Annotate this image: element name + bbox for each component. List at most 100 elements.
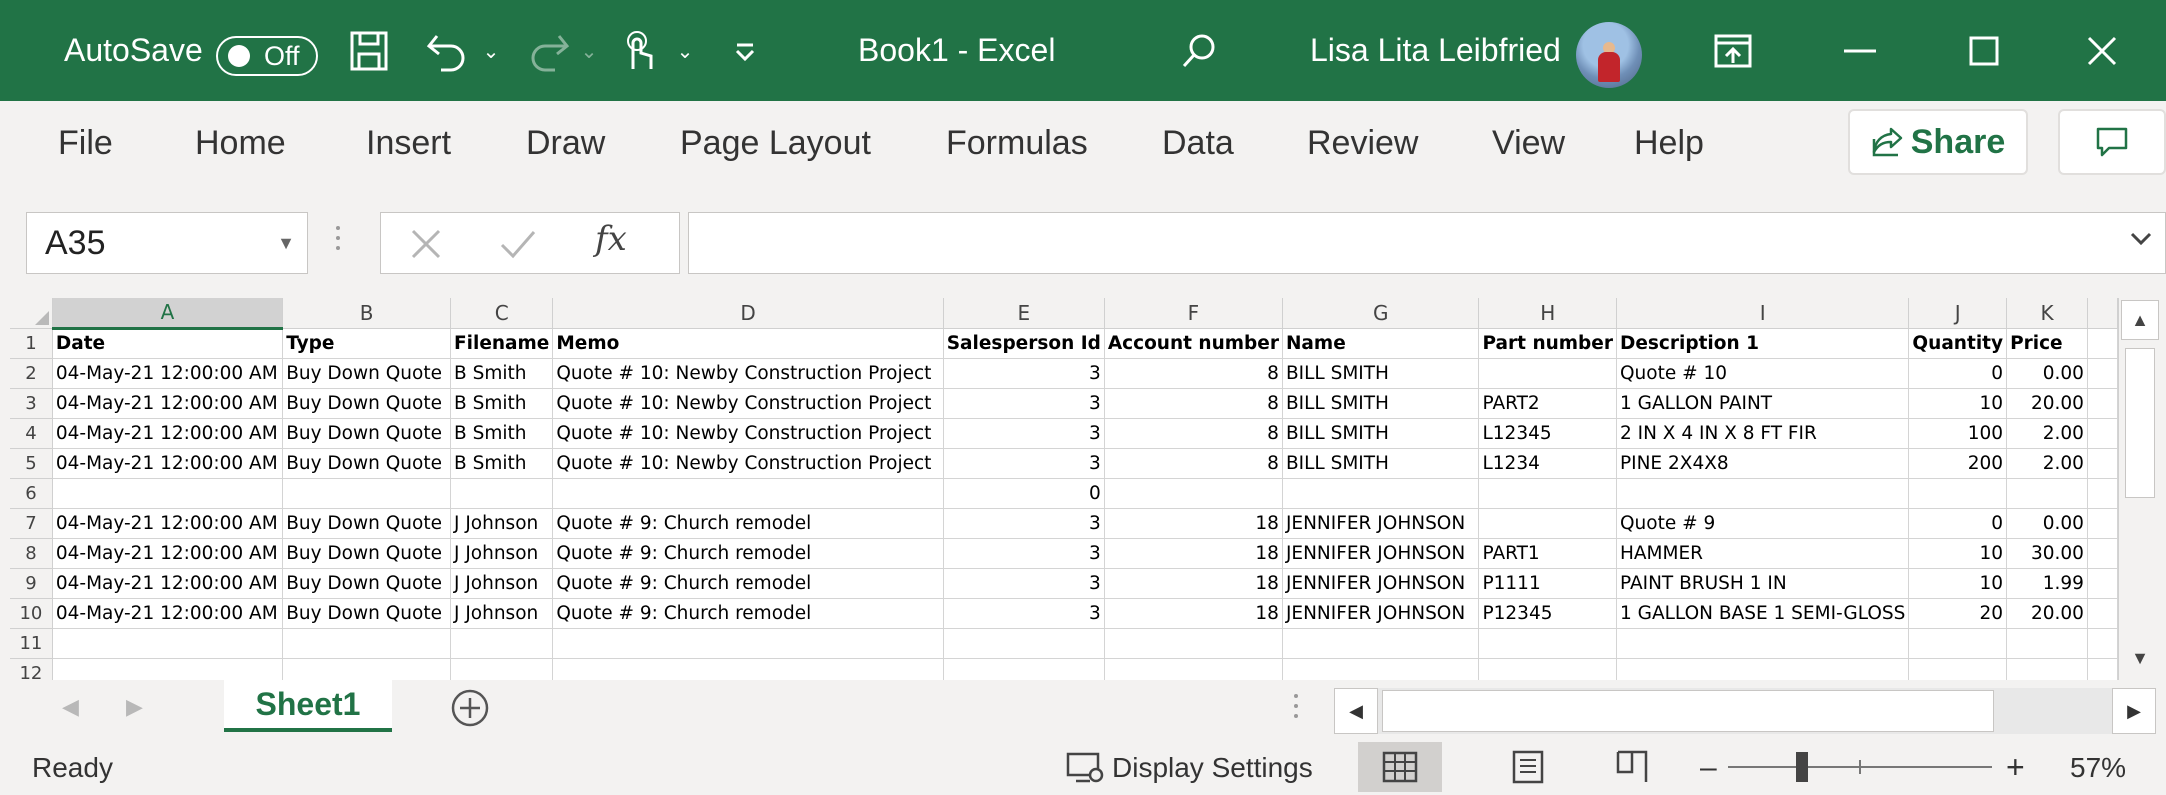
cell-a11[interactable]: [52, 628, 284, 659]
cell-c12[interactable]: [450, 658, 554, 680]
minimize-icon[interactable]: [1838, 28, 1882, 74]
customize-qat-icon[interactable]: [728, 28, 762, 74]
row-header[interactable]: 6: [10, 478, 53, 509]
cell-l9[interactable]: [2087, 568, 2118, 599]
cell-l3[interactable]: [2087, 388, 2118, 419]
touch-mode-icon[interactable]: [616, 28, 660, 74]
row-header[interactable]: 11: [10, 628, 53, 659]
row-header[interactable]: 10: [10, 598, 53, 629]
cell-d5[interactable]: Quote # 10: Newby Construction Project: [552, 448, 944, 479]
cell-d4[interactable]: Quote # 10: Newby Construction Project: [552, 418, 944, 449]
cell-c3[interactable]: B Smith: [450, 388, 554, 419]
tab-data[interactable]: Data: [1162, 101, 1234, 186]
tab-draw[interactable]: Draw: [526, 101, 605, 186]
cell-b9[interactable]: Buy Down Quote: [282, 568, 451, 599]
cell-a12[interactable]: [52, 658, 284, 680]
name-box[interactable]: A35 ▼: [26, 212, 308, 274]
cell-i11[interactable]: [1616, 628, 1910, 659]
cell-b2[interactable]: Buy Down Quote: [282, 358, 451, 389]
cell-k9[interactable]: 1.99: [2006, 568, 2088, 599]
row-header[interactable]: 5: [10, 448, 53, 479]
cell-e4[interactable]: 3: [943, 418, 1105, 449]
cell-k1[interactable]: Price: [2006, 328, 2088, 359]
cell-e11[interactable]: [943, 628, 1105, 659]
cell-k2[interactable]: 0.00: [2006, 358, 2088, 389]
cell-e5[interactable]: 3: [943, 448, 1105, 479]
cell-f11[interactable]: [1104, 628, 1283, 659]
cell-c1[interactable]: Filename: [450, 328, 554, 359]
cell-j1[interactable]: Quantity: [1908, 328, 2008, 359]
cell-d8[interactable]: Quote # 9: Church remodel: [552, 538, 944, 569]
cell-l1[interactable]: [2087, 328, 2118, 359]
horizontal-scrollbar[interactable]: ◀ ▶: [1334, 688, 2156, 734]
cell-i3[interactable]: 1 GALLON PAINT: [1616, 388, 1910, 419]
cell-g11[interactable]: [1282, 628, 1480, 659]
cell-j9[interactable]: 10: [1908, 568, 2008, 599]
cell-j11[interactable]: [1908, 628, 2008, 659]
row-header[interactable]: 2: [10, 358, 53, 389]
cell-e2[interactable]: 3: [943, 358, 1105, 389]
page-break-view-button[interactable]: [1590, 742, 1674, 792]
maximize-icon[interactable]: [1962, 28, 2006, 74]
cell-g2[interactable]: BILL SMITH: [1282, 358, 1480, 389]
cell-a8[interactable]: 04-May-21 12:00:00 AM: [52, 538, 284, 569]
column-header-c[interactable]: C: [450, 298, 554, 329]
column-header-k[interactable]: K: [2006, 298, 2088, 329]
zoom-slider-thumb[interactable]: [1796, 752, 1808, 782]
user-avatar[interactable]: [1576, 22, 1642, 88]
cell-l5[interactable]: [2087, 448, 2118, 479]
cell-b4[interactable]: Buy Down Quote: [282, 418, 451, 449]
cell-d12[interactable]: [552, 658, 944, 680]
close-icon[interactable]: [2080, 28, 2124, 74]
cell-f5[interactable]: 8: [1104, 448, 1283, 479]
search-icon[interactable]: [1176, 28, 1222, 74]
cell-j4[interactable]: 100: [1908, 418, 2008, 449]
cell-b8[interactable]: Buy Down Quote: [282, 538, 451, 569]
cell-b7[interactable]: Buy Down Quote: [282, 508, 451, 539]
cell-h1[interactable]: Part number: [1478, 328, 1617, 359]
cell-e12[interactable]: [943, 658, 1105, 680]
undo-dropdown-icon[interactable]: ⌄: [478, 28, 504, 74]
column-header-d[interactable]: D: [552, 298, 944, 329]
column-header-f[interactable]: F: [1104, 298, 1283, 329]
cell-j6[interactable]: [1908, 478, 2008, 509]
cell-d10[interactable]: Quote # 9: Church remodel: [552, 598, 944, 629]
cell-c4[interactable]: B Smith: [450, 418, 554, 449]
cell-table[interactable]: ABCDEFGHIJK 1 Date Type Filename Memo Salespe…: [10, 298, 2118, 680]
insert-function-icon[interactable]: fx: [595, 219, 627, 259]
cell-c5[interactable]: B Smith: [450, 448, 554, 479]
cell-h6[interactable]: [1478, 478, 1617, 509]
cell-l10[interactable]: [2087, 598, 2118, 629]
cell-d9[interactable]: Quote # 9: Church remodel: [552, 568, 944, 599]
cell-b5[interactable]: Buy Down Quote: [282, 448, 451, 479]
scroll-down-button[interactable]: ▼: [2121, 638, 2159, 678]
cell-c7[interactable]: J Johnson: [450, 508, 554, 539]
cell-g12[interactable]: [1282, 658, 1480, 680]
cell-j5[interactable]: 200: [1908, 448, 2008, 479]
cell-f2[interactable]: 8: [1104, 358, 1283, 389]
cell-b12[interactable]: [282, 658, 451, 680]
cell-c10[interactable]: J Johnson: [450, 598, 554, 629]
split-grip[interactable]: [1294, 694, 1298, 718]
cell-g1[interactable]: Name: [1282, 328, 1480, 359]
cell-h4[interactable]: L12345: [1478, 418, 1617, 449]
row-header[interactable]: 8: [10, 538, 53, 569]
cell-d1[interactable]: Memo: [552, 328, 944, 359]
cell-f12[interactable]: [1104, 658, 1283, 680]
cell-h2[interactable]: [1478, 358, 1617, 389]
cell-a5[interactable]: 04-May-21 12:00:00 AM: [52, 448, 284, 479]
cell-l4[interactable]: [2087, 418, 2118, 449]
cell-f9[interactable]: 18: [1104, 568, 1283, 599]
cell-f10[interactable]: 18: [1104, 598, 1283, 629]
cell-c6[interactable]: [450, 478, 554, 509]
cell-d2[interactable]: Quote # 10: Newby Construction Project: [552, 358, 944, 389]
cell-e8[interactable]: 3: [943, 538, 1105, 569]
cell-d3[interactable]: Quote # 10: Newby Construction Project: [552, 388, 944, 419]
tab-insert[interactable]: Insert: [366, 101, 451, 186]
autosave-toggle[interactable]: Off: [216, 36, 318, 76]
cell-a3[interactable]: 04-May-21 12:00:00 AM: [52, 388, 284, 419]
formula-input[interactable]: [688, 212, 2166, 274]
cell-e7[interactable]: 3: [943, 508, 1105, 539]
prev-sheet-icon[interactable]: ◀: [62, 694, 79, 720]
cell-k5[interactable]: 2.00: [2006, 448, 2088, 479]
